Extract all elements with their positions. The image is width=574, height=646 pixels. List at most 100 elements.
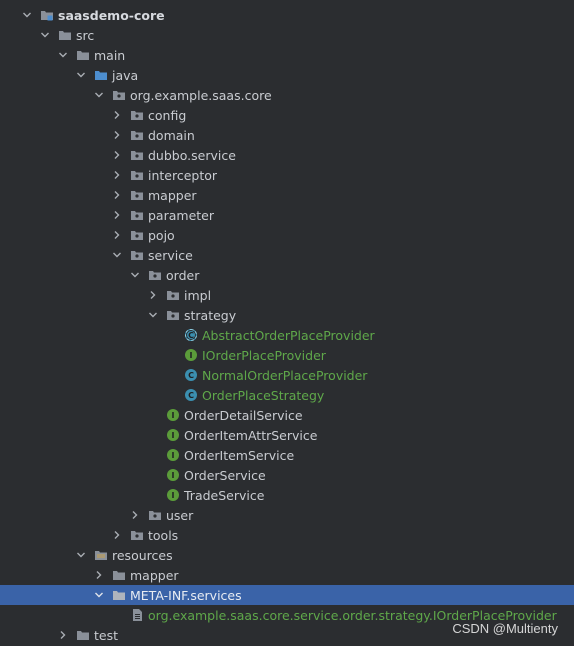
package-icon [166, 308, 180, 322]
tree-row-strategy[interactable]: strategy [0, 305, 574, 325]
tree-row-trade-service[interactable]: I TradeService [0, 485, 574, 505]
tree-label: IOrderPlaceProvider [202, 347, 326, 363]
tree-row-order[interactable]: order [0, 265, 574, 285]
tree-label: strategy [184, 307, 237, 323]
tree-row-order-service[interactable]: I OrderService [0, 465, 574, 485]
chevron-right-icon[interactable] [130, 510, 140, 520]
chevron-right-icon[interactable] [112, 190, 122, 200]
tree-row-dubbo-service[interactable]: dubbo.service [0, 145, 574, 165]
package-icon [130, 248, 144, 262]
tree-label: java [112, 67, 139, 83]
tree-row-service[interactable]: service [0, 245, 574, 265]
tree-label: domain [148, 127, 195, 143]
chevron-down-icon[interactable] [94, 90, 104, 100]
tree-row-mapper-resources[interactable]: mapper [0, 565, 574, 585]
folder-icon [58, 28, 72, 42]
chevron-right-icon[interactable] [112, 130, 122, 140]
package-icon [130, 188, 144, 202]
chevron-down-icon[interactable] [58, 50, 68, 60]
interface-icon: I [166, 468, 180, 482]
chevron-right-icon[interactable] [112, 170, 122, 180]
package-icon [130, 148, 144, 162]
package-icon [130, 228, 144, 242]
tree-label: interceptor [148, 167, 218, 183]
tree-row-tools[interactable]: tools [0, 525, 574, 545]
tree-label: impl [184, 287, 212, 303]
tree-row-meta-inf-services[interactable]: META-INF.services [0, 585, 574, 605]
tree-label: OrderItemAttrService [184, 427, 318, 443]
chevron-right-icon[interactable] [112, 230, 122, 240]
tree-row-src[interactable]: src [0, 25, 574, 45]
tree-row-mapper[interactable]: mapper [0, 185, 574, 205]
folder-icon [112, 588, 126, 602]
package-icon [166, 288, 180, 302]
tree-row-normal-order-place-provider[interactable]: C NormalOrderPlaceProvider [0, 365, 574, 385]
tree-row-saasdemo-core[interactable]: saasdemo-core [0, 5, 574, 25]
chevron-right-icon[interactable] [112, 210, 122, 220]
tree-label: org.example.saas.core [130, 87, 272, 103]
tree-label: mapper [130, 567, 179, 583]
tree-label: OrderDetailService [184, 407, 303, 423]
interface-icon: I [166, 428, 180, 442]
tree-label: saasdemo-core [58, 7, 165, 23]
chevron-down-icon[interactable] [148, 310, 158, 320]
file-icon [130, 608, 144, 622]
tree-row-org-example-saas-core[interactable]: org.example.saas.core [0, 85, 574, 105]
tree-row-config[interactable]: config [0, 105, 574, 125]
tree-row-domain[interactable]: domain [0, 125, 574, 145]
tree-row-parameter[interactable]: parameter [0, 205, 574, 225]
chevron-right-icon[interactable] [148, 290, 158, 300]
tree-label: mapper [148, 187, 197, 203]
package-icon [130, 108, 144, 122]
folder-icon [112, 568, 126, 582]
tree-label: OrderService [184, 467, 266, 483]
chevron-down-icon[interactable] [22, 10, 32, 20]
chevron-down-icon[interactable] [130, 270, 140, 280]
chevron-down-icon[interactable] [112, 250, 122, 260]
chevron-down-icon[interactable] [94, 590, 104, 600]
source-root-folder-icon [94, 68, 108, 82]
project-tree: saasdemo-core src main java org.example.… [0, 0, 574, 646]
tree-label: user [166, 507, 194, 523]
tree-row-impl[interactable]: impl [0, 285, 574, 305]
package-icon [130, 128, 144, 142]
chevron-right-icon[interactable] [112, 110, 122, 120]
package-icon [130, 208, 144, 222]
tree-row-iorder-place-provider[interactable]: I IOrderPlaceProvider [0, 345, 574, 365]
chevron-down-icon[interactable] [76, 550, 86, 560]
tree-label: OrderPlaceStrategy [202, 387, 325, 403]
tree-row-interceptor[interactable]: interceptor [0, 165, 574, 185]
tree-row-order-item-attr-service[interactable]: I OrderItemAttrService [0, 425, 574, 445]
tree-row-abstract-order-place-provider[interactable]: C AbstractOrderPlaceProvider [0, 325, 574, 345]
tree-label: OrderItemService [184, 447, 295, 463]
tree-label: parameter [148, 207, 214, 223]
chevron-right-icon[interactable] [58, 630, 68, 640]
chevron-right-icon[interactable] [112, 150, 122, 160]
tree-row-resources[interactable]: resources [0, 545, 574, 565]
tree-row-main[interactable]: main [0, 45, 574, 65]
tree-label: order [166, 267, 200, 283]
tree-row-user[interactable]: user [0, 505, 574, 525]
tree-label: pojo [148, 227, 175, 243]
tree-row-order-place-strategy[interactable]: C OrderPlaceStrategy [0, 385, 574, 405]
tree-label: META-INF.services [130, 587, 242, 603]
tree-row-order-item-service[interactable]: I OrderItemService [0, 445, 574, 465]
tree-label: tools [148, 527, 179, 543]
tree-row-java[interactable]: java [0, 65, 574, 85]
tree-row-pojo[interactable]: pojo [0, 225, 574, 245]
package-icon [130, 528, 144, 542]
chevron-right-icon[interactable] [94, 570, 104, 580]
folder-icon [76, 628, 90, 642]
tree-label: AbstractOrderPlaceProvider [202, 327, 375, 343]
interface-icon: I [166, 408, 180, 422]
chevron-down-icon[interactable] [40, 30, 50, 40]
tree-label: src [76, 27, 95, 43]
chevron-down-icon[interactable] [76, 70, 86, 80]
tree-label: service [148, 247, 193, 263]
tree-label: dubbo.service [148, 147, 236, 163]
chevron-right-icon[interactable] [112, 530, 122, 540]
abstract-class-icon: C [184, 328, 198, 342]
tree-row-order-detail-service[interactable]: I OrderDetailService [0, 405, 574, 425]
module-folder-icon [40, 8, 54, 22]
interface-icon: I [166, 488, 180, 502]
